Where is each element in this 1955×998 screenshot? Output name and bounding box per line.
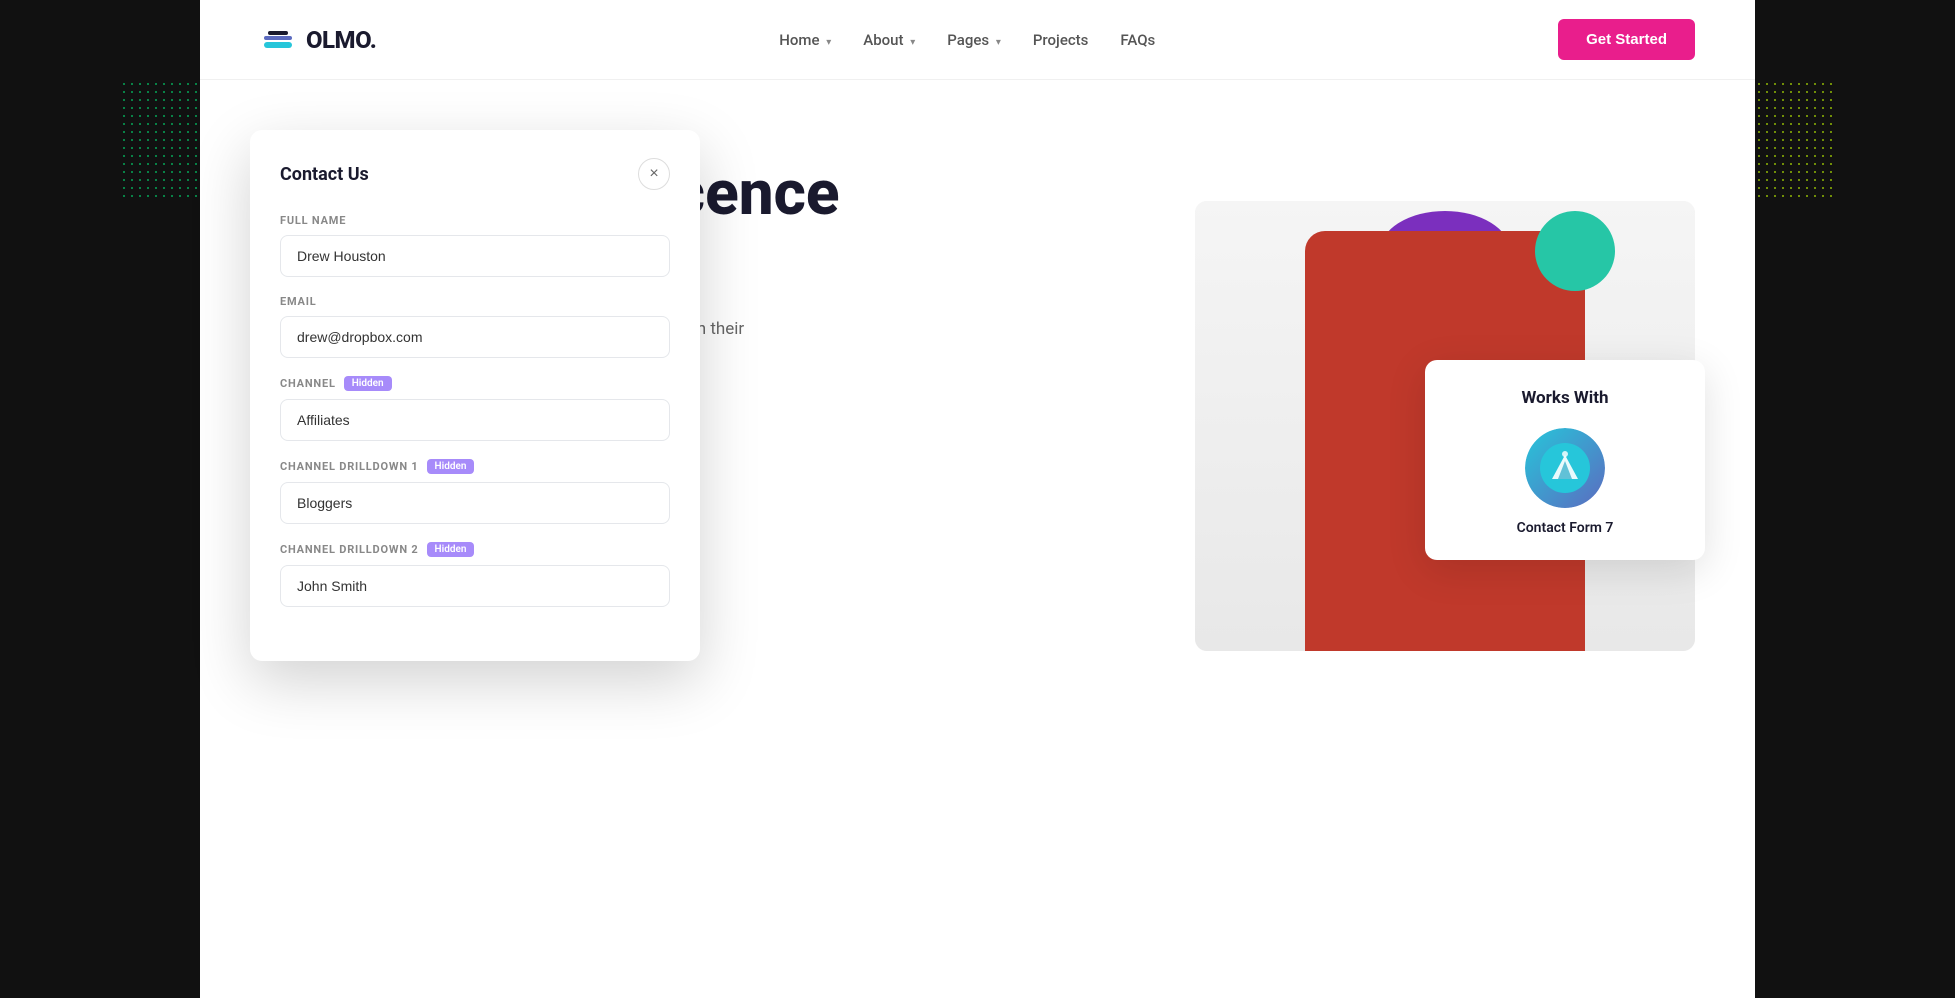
modal-title: Contact Us [280, 164, 369, 185]
nav-item-faqs[interactable]: FAQs [1120, 30, 1155, 49]
channel-input[interactable] [280, 399, 670, 441]
channel-drilldown2-label: CHANNEL DRILLDOWN 2 Hidden [280, 542, 670, 557]
works-with-title: Works With [1449, 388, 1681, 408]
nav-item-home[interactable]: Home ▾ [779, 30, 831, 49]
contact-modal: Contact Us × FULL NAME EMAIL CHANNEL Hid… [250, 130, 700, 661]
channel-drilldown2-group: CHANNEL DRILLDOWN 2 Hidden [280, 542, 670, 607]
channel-hidden-badge: Hidden [344, 376, 392, 391]
email-label: EMAIL [280, 295, 670, 308]
close-icon: × [649, 165, 658, 183]
channel-drilldown2-input[interactable] [280, 565, 670, 607]
works-with-card: Works With Contact Form 7 [1425, 360, 1705, 560]
channel-drilldown1-label: CHANNEL DRILLDOWN 1 Hidden [280, 459, 670, 474]
email-group: EMAIL [280, 295, 670, 358]
full-name-input[interactable] [280, 235, 670, 277]
chevron-down-icon: ▾ [826, 37, 831, 48]
nav-links: Home ▾ About ▾ Pages ▾ Projects F [779, 30, 1155, 49]
nav-link-faqs[interactable]: FAQs [1120, 31, 1155, 49]
nav-link-projects[interactable]: Projects [1033, 31, 1089, 49]
channel-label: CHANNEL Hidden [280, 376, 670, 391]
dark-left-panel [0, 0, 200, 998]
app-icon [1525, 428, 1605, 508]
headphone-decoration [1535, 211, 1615, 291]
nav-item-projects[interactable]: Projects [1033, 30, 1089, 49]
chevron-down-icon: ▾ [996, 37, 1001, 48]
chevron-down-icon: ▾ [910, 37, 915, 48]
nav-item-about[interactable]: About ▾ [863, 30, 915, 49]
nav-link-pages[interactable]: Pages ▾ [947, 31, 1001, 49]
dark-right-panel [1755, 0, 1955, 998]
channel-drilldown1-hidden-badge: Hidden [427, 459, 475, 474]
nav-link-about[interactable]: About ▾ [863, 31, 915, 49]
full-name-group: FULL NAME [280, 214, 670, 277]
get-started-button[interactable]: Get Started [1558, 19, 1695, 60]
navbar: OLMO. Home ▾ About ▾ Pages ▾ [200, 0, 1755, 80]
channel-drilldown2-hidden-badge: Hidden [427, 542, 475, 557]
nav-link-home[interactable]: Home ▾ [779, 31, 831, 49]
channel-group: CHANNEL Hidden [280, 376, 670, 441]
app-name-label: Contact Form 7 [1449, 520, 1681, 536]
modal-header: Contact Us × [280, 158, 670, 190]
contact-form-7-icon [1525, 428, 1605, 508]
nav-item-pages[interactable]: Pages ▾ [947, 30, 1001, 49]
logo-text: OLMO. [306, 26, 376, 54]
logo-icon [260, 22, 296, 58]
modal-close-button[interactable]: × [638, 158, 670, 190]
channel-drilldown1-input[interactable] [280, 482, 670, 524]
full-name-label: FULL NAME [280, 214, 670, 227]
email-input[interactable] [280, 316, 670, 358]
logo[interactable]: OLMO. [260, 22, 376, 58]
channel-drilldown1-group: CHANNEL DRILLDOWN 1 Hidden [280, 459, 670, 524]
